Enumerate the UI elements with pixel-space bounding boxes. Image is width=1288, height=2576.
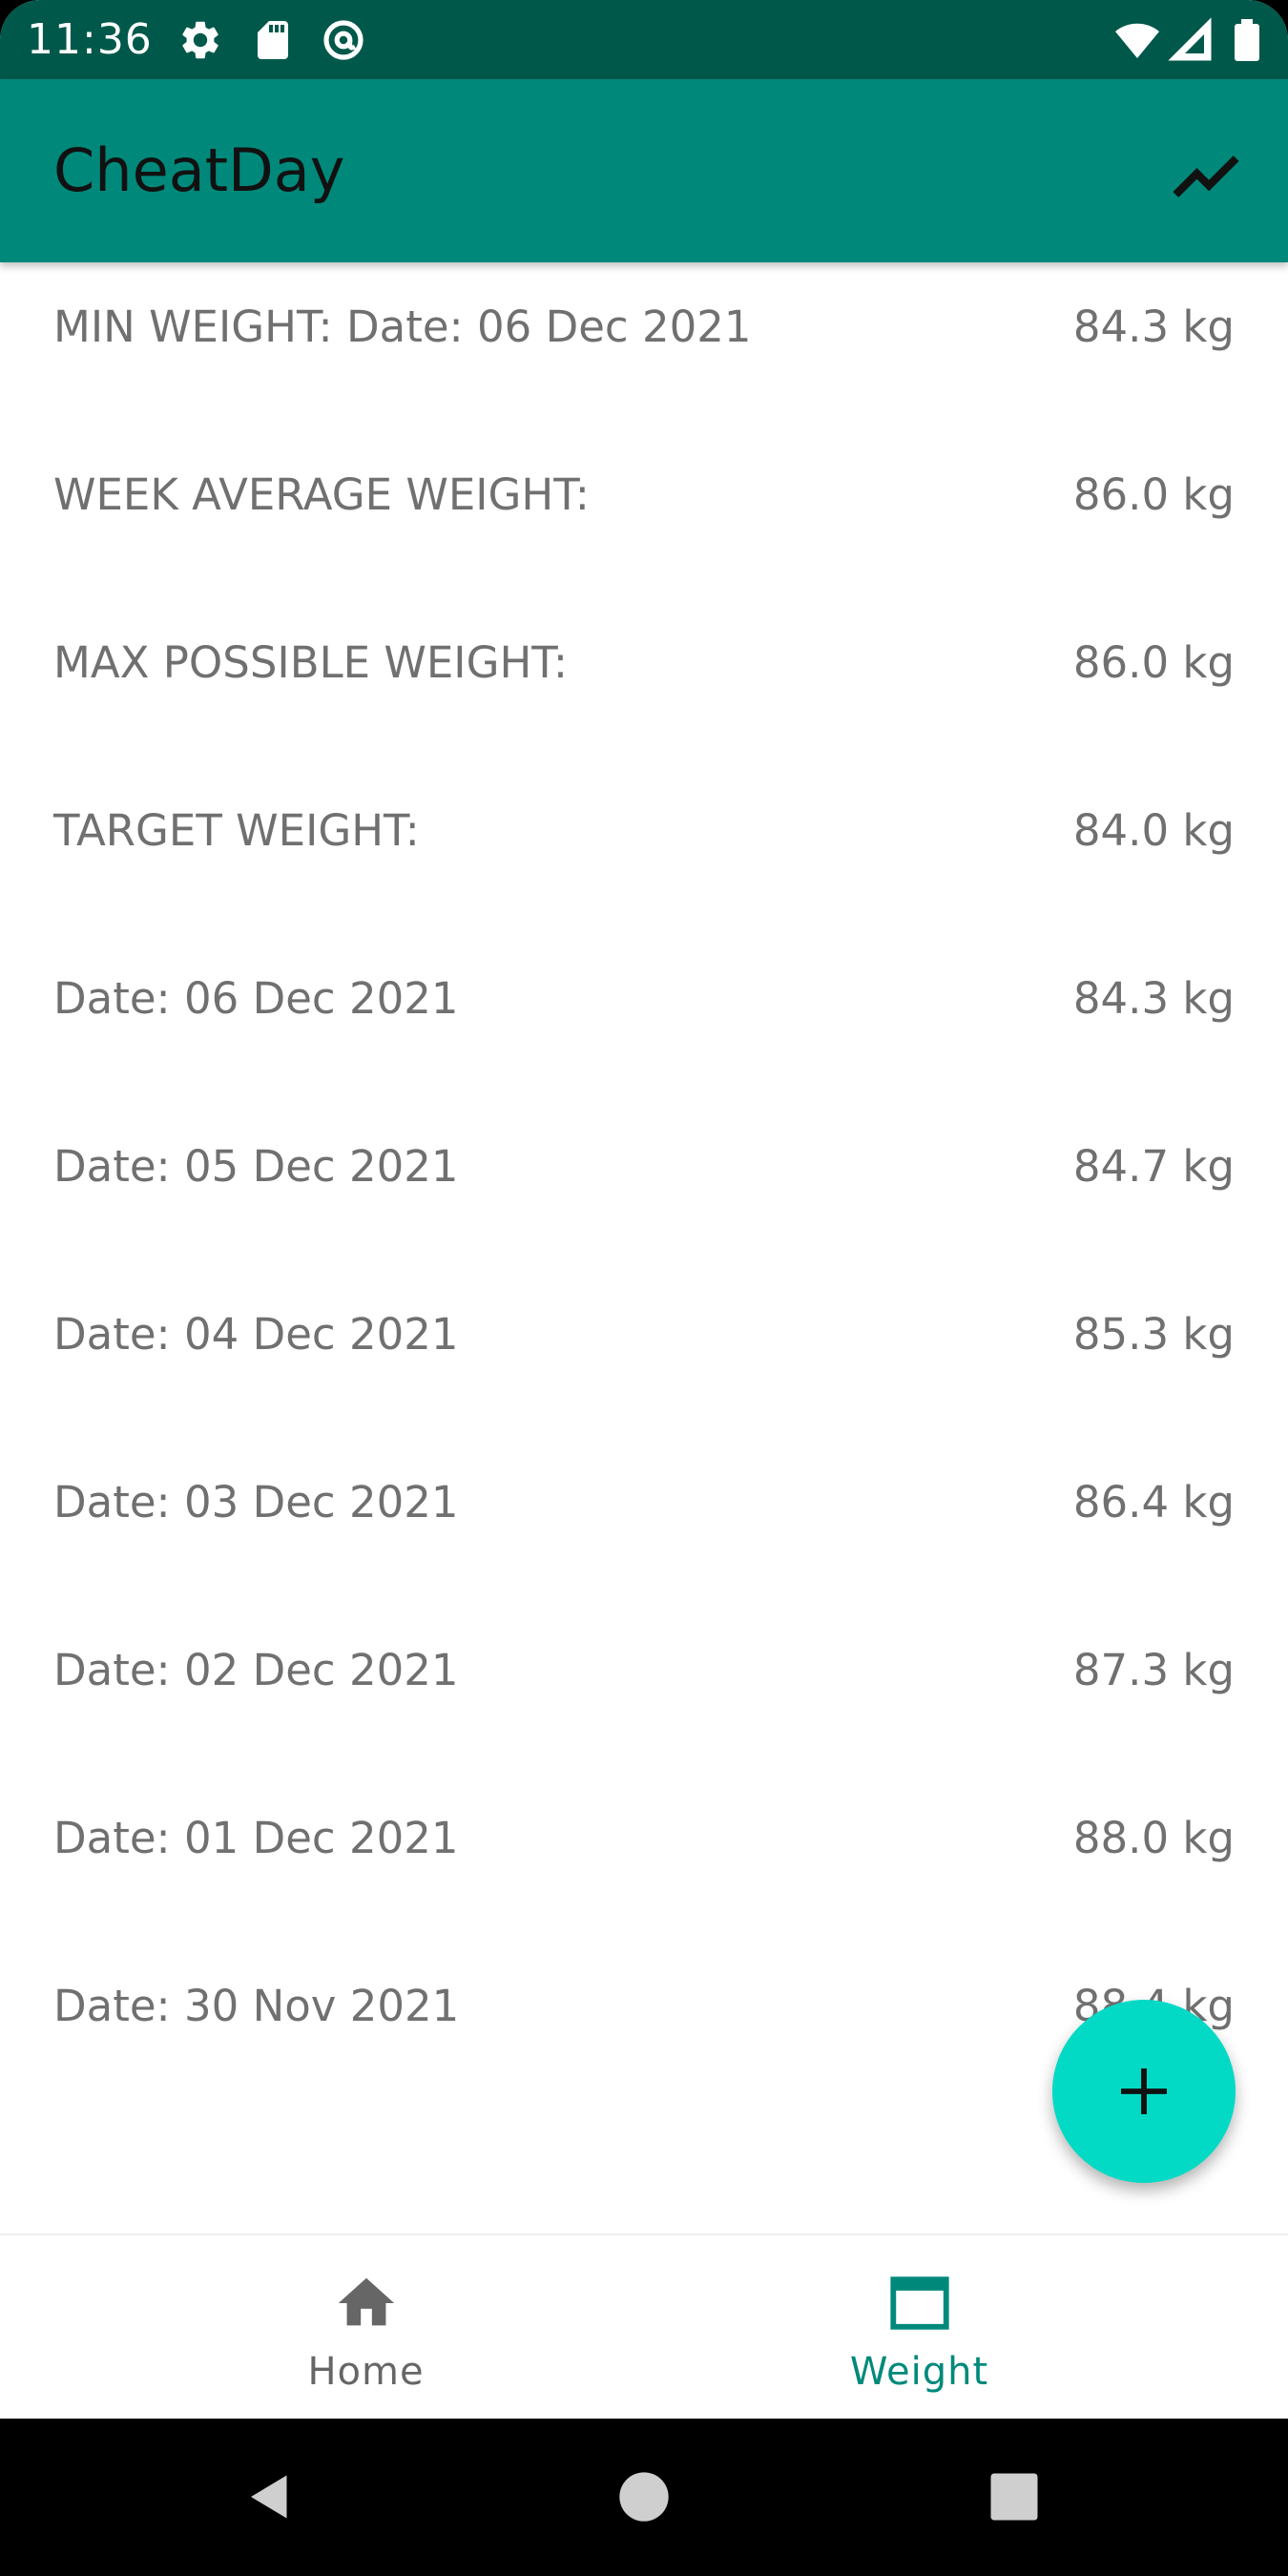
weight-item-label: WEEK AVERAGE WEIGHT: [53, 469, 590, 520]
weight-list-item[interactable]: Date: 05 Dec 2021 84.7 kg [0, 1102, 1288, 1270]
home-circle-icon [619, 2472, 669, 2522]
weight-item-value: 88.0 kg [1072, 1813, 1235, 1863]
weight-item-value: 86.0 kg [1072, 637, 1235, 688]
home-icon [338, 2277, 394, 2326]
weight-item-value: 86.0 kg [1072, 469, 1235, 520]
system-back-button[interactable] [236, 2462, 304, 2531]
nav-label-home: Home [307, 2350, 425, 2394]
plus-icon [1121, 2068, 1167, 2114]
weight-list-item[interactable]: MAX POSSIBLE WEIGHT: 86.0 kg [0, 598, 1288, 766]
bottom-navigation: Home Weight [0, 2233, 1288, 2420]
weight-item-label: Date: 04 Dec 2021 [53, 1309, 459, 1360]
weight-list-item[interactable]: WEEK AVERAGE WEIGHT: 86.0 kg [0, 430, 1288, 598]
system-home-button[interactable] [610, 2462, 678, 2531]
recents-icon [990, 2473, 1038, 2521]
weight-item-label: MAX POSSIBLE WEIGHT: [53, 637, 568, 688]
weight-item-label: Date: 02 Dec 2021 [53, 1645, 459, 1695]
nav-item-weight[interactable]: Weight [597, 2235, 1241, 2420]
weight-item-label: Date: 01 Dec 2021 [53, 1813, 459, 1863]
weight-item-value: 86.4 kg [1072, 1477, 1235, 1527]
chart-button[interactable] [1158, 129, 1254, 224]
weight-list-item[interactable]: Date: 04 Dec 2021 85.3 kg [0, 1270, 1288, 1438]
wifi-icon [1115, 23, 1159, 58]
weight-item-label: Date: 06 Dec 2021 [53, 973, 459, 1024]
sd-card-icon [258, 21, 288, 59]
add-weight-button[interactable] [1052, 2000, 1236, 2183]
signal-icon [1168, 17, 1212, 61]
weight-list-item[interactable]: MIN WEIGHT: Date: 06 Dec 2021 84.3 kg [0, 262, 1288, 430]
status-time: 11:36 [27, 15, 153, 64]
weight-tab-icon [889, 2276, 949, 2330]
weight-item-value: 87.3 kg [1072, 1645, 1235, 1695]
weight-list-item[interactable]: Date: 03 Dec 2021 86.4 kg [0, 1438, 1288, 1606]
trending-chart-icon [1173, 156, 1239, 197]
weight-list-item[interactable]: Date: 01 Dec 2021 88.0 kg [0, 1774, 1288, 1942]
nav-item-home[interactable]: Home [44, 2235, 688, 2420]
status-bar: 11:36 [0, 0, 1288, 79]
weight-item-label: Date: 05 Dec 2021 [53, 1141, 459, 1192]
weight-item-label: MIN WEIGHT: Date: 06 Dec 2021 [53, 301, 752, 352]
weight-item-value: 85.3 kg [1072, 1309, 1235, 1360]
weight-item-value: 84.0 kg [1072, 805, 1235, 856]
weight-item-value: 84.3 kg [1072, 301, 1235, 352]
app-bar: CheatDay [0, 79, 1288, 262]
nav-label-weight: Weight [849, 2350, 989, 2394]
system-navigation-bar [0, 2419, 1288, 2576]
weight-item-value: 84.3 kg [1072, 973, 1235, 1024]
battery-icon [1235, 19, 1259, 61]
at-sign-icon [323, 20, 364, 60]
system-recents-button[interactable] [980, 2462, 1049, 2531]
weight-list-item[interactable]: Date: 02 Dec 2021 87.3 kg [0, 1606, 1288, 1774]
app-title: CheatDay [53, 135, 345, 205]
back-icon [251, 2475, 287, 2519]
weight-item-label: Date: 03 Dec 2021 [53, 1477, 459, 1527]
weight-item-label: TARGET WEIGHT: [53, 805, 420, 856]
phone-screen: 11:36 CheatDay MIN WEIGHT: Date: 06 Dec … [0, 0, 1288, 2576]
weight-item-label: Date: 30 Nov 2021 [53, 1981, 460, 2031]
settings-icon [182, 21, 218, 59]
weight-item-value: 84.7 kg [1072, 1141, 1235, 1192]
weight-list[interactable]: MIN WEIGHT: Date: 06 Dec 2021 84.3 kg WEEK… [0, 262, 1288, 2233]
weight-list-item[interactable]: Date: 06 Dec 2021 84.3 kg [0, 934, 1288, 1102]
weight-list-item[interactable]: TARGET WEIGHT: 84.0 kg [0, 766, 1288, 934]
